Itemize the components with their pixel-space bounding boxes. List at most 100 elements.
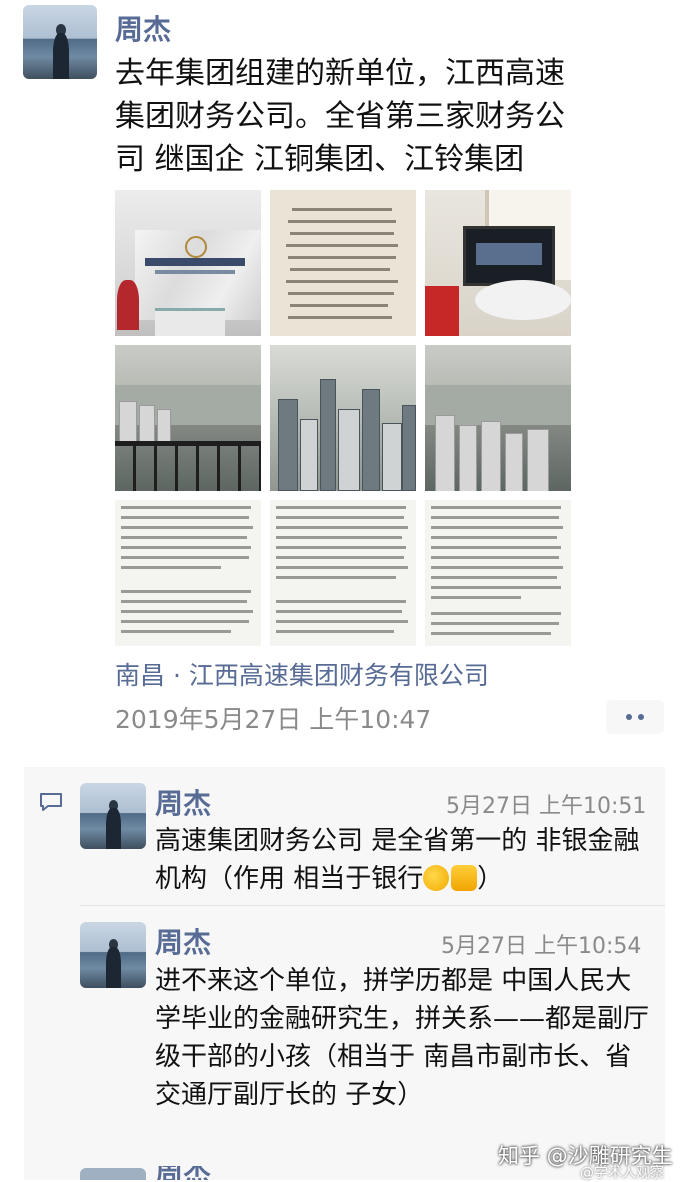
- ellipsis-icon: [626, 714, 632, 720]
- doc-line: [121, 506, 251, 509]
- aerial-building: [119, 401, 137, 443]
- city-tower: [320, 379, 336, 491]
- doc-line: [276, 546, 406, 549]
- doc-line: [288, 220, 396, 223]
- doc-line: [290, 304, 388, 307]
- lobby-sign-sub: [155, 270, 235, 274]
- photo-3-meeting-room[interactable]: [425, 190, 571, 336]
- photo-5-city-skyline[interactable]: [270, 345, 416, 491]
- city-tower: [362, 389, 380, 491]
- comment-text-end: ）: [477, 864, 504, 894]
- doc-line: [431, 546, 561, 549]
- doc-line: [431, 566, 563, 569]
- doc-line: [276, 610, 402, 613]
- doc-line: [121, 536, 247, 539]
- post-location-link[interactable]: 南昌 · 江西高速集团财务有限公司: [115, 656, 489, 692]
- aerial-building: [139, 405, 155, 443]
- lobby-desk: [155, 308, 225, 336]
- comment-avatar-partial[interactable]: [80, 1168, 146, 1180]
- comment-divider: [80, 905, 665, 906]
- doc-line: [121, 566, 221, 569]
- doc-line: [286, 244, 398, 247]
- doc-line: [121, 546, 251, 549]
- city-tower: [338, 409, 360, 491]
- post-text: 去年集团组建的新单位，江西高速集团财务公司。全省第三家财务公司 继国企 江铜集团…: [115, 56, 565, 177]
- doc-line: [431, 612, 561, 615]
- doc-line: [121, 610, 253, 613]
- balcony-railing: [115, 441, 261, 491]
- aerial-building: [435, 415, 455, 491]
- aerial-building: [505, 433, 523, 491]
- doc-line: [121, 526, 253, 529]
- photo-9-document[interactable]: [425, 500, 571, 646]
- aerial-building: [481, 421, 501, 491]
- doc-line: [121, 600, 247, 603]
- comment-time: 5月27日 上午10:54: [441, 934, 642, 959]
- doc-line: [288, 316, 392, 319]
- comment-bubble-icon: [40, 793, 62, 811]
- photo-7-document[interactable]: [115, 500, 261, 646]
- photo-2-document[interactable]: [270, 190, 416, 336]
- doc-line: [121, 590, 251, 593]
- thinking-face-icon: [423, 865, 450, 891]
- city-tower: [382, 423, 402, 491]
- doc-line: [276, 576, 396, 579]
- comment-author[interactable]: 周杰: [155, 782, 211, 822]
- doc-line: [431, 516, 559, 519]
- doc-line: [288, 256, 396, 259]
- doc-line: [431, 506, 561, 509]
- photo-4-aerial-balcony[interactable]: [115, 345, 261, 491]
- comment-text-body: 高速集团财务公司 是全省第一的 非银金融机构（作用 相当于银行: [155, 826, 640, 894]
- doc-line: [121, 556, 249, 559]
- doc-line: [286, 280, 398, 283]
- city-tower: [300, 419, 318, 491]
- doc-line: [431, 526, 563, 529]
- comment-avatar[interactable]: [80, 922, 146, 988]
- doc-line: [288, 292, 394, 295]
- author-avatar[interactable]: [23, 5, 97, 79]
- doc-line: [431, 622, 559, 625]
- aerial-building: [527, 429, 549, 491]
- photo-1-lobby[interactable]: [115, 190, 261, 336]
- comment-author[interactable]: 周杰: [155, 921, 211, 961]
- doc-line: [276, 600, 406, 603]
- doc-line: [121, 630, 231, 633]
- avatar-figure: [106, 947, 121, 988]
- doc-line: [290, 268, 390, 271]
- comment-avatar[interactable]: [80, 783, 146, 849]
- doc-line: [276, 536, 402, 539]
- post-timestamp: 2019年5月27日 上午10:47: [115, 705, 432, 734]
- doc-line: [431, 632, 551, 635]
- photo-6-aerial-river[interactable]: [425, 345, 571, 491]
- comment-author-partial[interactable]: 周杰: [155, 1166, 215, 1180]
- avatar-figure: [106, 808, 121, 849]
- aerial-building: [157, 409, 171, 443]
- doc-line: [276, 630, 394, 633]
- aerial-building: [459, 425, 477, 491]
- lobby-plant: [117, 280, 139, 330]
- comment-text: 进不来这个单位，拼学历都是 中国人民大学毕业的金融研究生，拼关系——都是副厅级干…: [155, 966, 650, 1110]
- doc-line: [431, 576, 557, 579]
- doc-line: [276, 620, 408, 623]
- room-chair: [425, 286, 459, 336]
- thumbs-up-icon: [451, 865, 478, 891]
- lobby-logo-shape: [185, 236, 207, 258]
- doc-line: [290, 232, 394, 235]
- lobby-sign: [145, 258, 245, 266]
- doc-line: [121, 516, 249, 519]
- doc-line: [276, 506, 406, 509]
- city-tower: [278, 399, 298, 491]
- watermark-sub: @学术人观察: [580, 1165, 664, 1181]
- room-table: [475, 280, 571, 320]
- comment-text: 高速集团财务公司 是全省第一的 非银金融机构（作用 相当于银行）: [155, 822, 655, 898]
- doc-line: [431, 596, 521, 599]
- more-actions-button[interactable]: [606, 700, 664, 734]
- city-tower: [402, 405, 416, 491]
- room-screen: [463, 226, 555, 286]
- avatar-figure: [52, 33, 69, 79]
- doc-line: [431, 536, 557, 539]
- author-name[interactable]: 周杰: [115, 8, 171, 48]
- photo-8-document[interactable]: [270, 500, 416, 646]
- doc-line: [121, 620, 249, 623]
- doc-line: [292, 208, 392, 211]
